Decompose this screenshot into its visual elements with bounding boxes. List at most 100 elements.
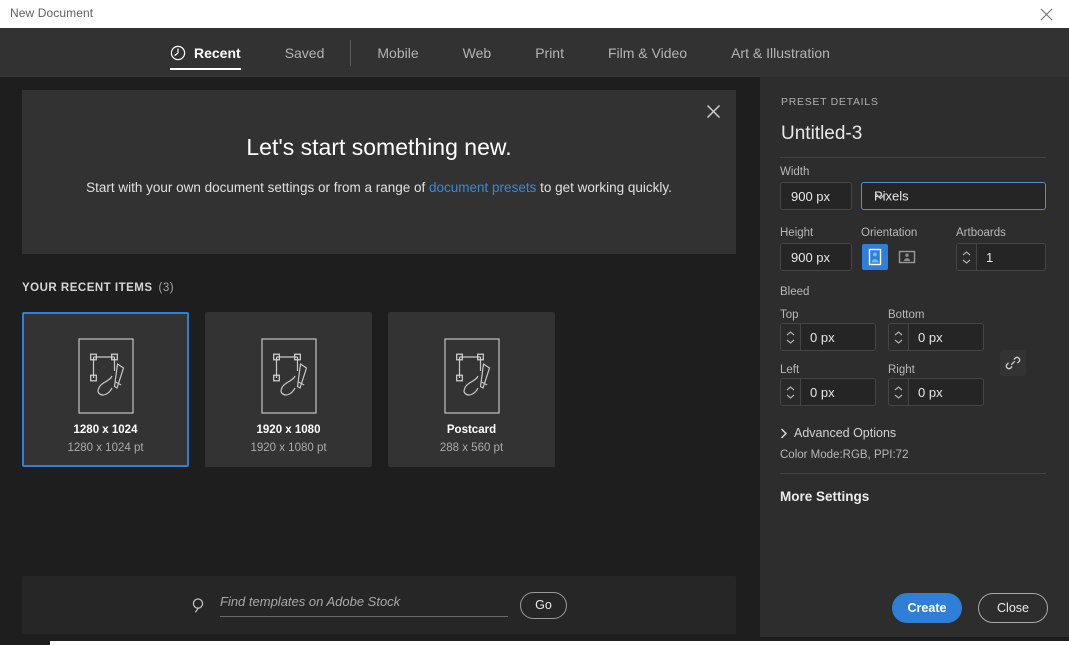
bleed-left-label: Left — [780, 364, 800, 376]
units-dropdown[interactable]: Pixels — [861, 182, 1046, 210]
recent-item-name: Postcard — [446, 424, 497, 436]
stepper-arrows[interactable] — [889, 379, 909, 405]
title-bar: New Document — [0, 0, 1069, 28]
artboards-stepper[interactable] — [956, 243, 1046, 271]
divider — [780, 157, 1046, 158]
height-input[interactable] — [780, 243, 852, 271]
tab-label: Recent — [194, 44, 241, 61]
tab-label: Web — [462, 44, 492, 61]
document-thumbnail — [24, 336, 187, 416]
artwork-pen-icon — [260, 338, 317, 414]
recent-item-name: 1920 x 1080 — [256, 424, 321, 436]
landscape-icon — [898, 250, 916, 264]
artboards-label: Artboards — [956, 227, 1006, 239]
stock-search-bar: Go — [22, 576, 736, 634]
tab-web[interactable]: Web — [441, 28, 514, 77]
bleed-bottom-stepper[interactable] — [888, 323, 984, 351]
tab-art-and-illustration[interactable]: Art & Illustration — [709, 28, 852, 77]
recent-items-count: (3) — [158, 282, 175, 294]
document-name-input[interactable] — [779, 119, 1047, 149]
banner-description: Start with your own document settings or… — [82, 178, 676, 198]
recent-item-name: 1280 x 1024 — [73, 424, 138, 436]
tab-list: Recent Saved Mobile Web Print Film & Vid… — [148, 28, 852, 77]
banner-close-button[interactable] — [702, 100, 724, 122]
bleed-top-input[interactable] — [801, 324, 875, 350]
tab-film-and-video[interactable]: Film & Video — [586, 28, 709, 77]
tab-divider — [350, 39, 352, 66]
orientation-portrait-button[interactable] — [862, 244, 888, 270]
bleed-bottom-input[interactable] — [909, 324, 983, 350]
orientation-label: Orientation — [861, 227, 918, 239]
preset-details-label: PRESET DETAILS — [781, 96, 879, 108]
window-title: New Document — [10, 6, 94, 20]
chevron-down-icon — [894, 339, 903, 344]
bleed-top-stepper[interactable] — [780, 323, 876, 351]
tab-recent[interactable]: Recent — [148, 28, 263, 77]
artwork-pen-icon — [443, 338, 500, 414]
stepper-arrows[interactable] — [957, 244, 977, 270]
recent-item-card[interactable]: 1280 x 1024 1280 x 1024 pt — [22, 312, 189, 467]
chevron-up-icon — [894, 330, 903, 335]
search-input[interactable] — [220, 594, 508, 609]
bleed-right-stepper[interactable] — [888, 378, 984, 406]
banner-text-before: Start with your own document settings or… — [86, 180, 430, 195]
tab-label: Film & Video — [607, 44, 688, 61]
document-thumbnail — [390, 336, 553, 416]
preset-details-panel: PRESET DETAILS Width Pixels Height Orien… — [760, 77, 1069, 645]
stock-search-field — [220, 593, 508, 617]
width-label: Width — [780, 166, 810, 178]
tab-active-indicator — [170, 68, 241, 70]
create-button[interactable]: Create — [892, 593, 962, 623]
recent-item-card[interactable]: Postcard 288 x 560 pt — [388, 312, 555, 467]
chevron-down-icon — [962, 259, 971, 264]
portrait-icon — [868, 248, 882, 266]
recent-item-size: 1920 x 1080 pt — [250, 442, 327, 454]
bleed-left-stepper[interactable] — [780, 378, 876, 406]
window-bottom-edge — [50, 641, 1069, 645]
recent-item-card[interactable]: 1920 x 1080 1920 x 1080 pt — [205, 312, 372, 467]
search-icon — [191, 597, 208, 614]
artboards-input[interactable] — [977, 244, 1045, 270]
document-presets-link[interactable]: document presets — [429, 180, 536, 195]
stepper-arrows[interactable] — [889, 324, 909, 350]
tab-label: Print — [535, 44, 564, 61]
more-settings-button[interactable]: More Settings — [780, 489, 869, 504]
banner-text-after: to get working quickly. — [536, 180, 672, 195]
tab-saved[interactable]: Saved — [263, 28, 347, 77]
orientation-landscape-button[interactable] — [894, 244, 920, 270]
bleed-right-input[interactable] — [909, 379, 983, 405]
clock-icon — [170, 45, 186, 61]
document-thumbnail — [207, 336, 370, 416]
bleed-right-label: Right — [888, 364, 915, 376]
tab-mobile[interactable]: Mobile — [355, 28, 440, 77]
window-close-button[interactable] — [1024, 0, 1069, 28]
promo-banner: Let's start something new. Start with yo… — [22, 90, 736, 254]
tab-bar: Recent Saved Mobile Web Print Film & Vid… — [0, 28, 1069, 77]
go-button[interactable]: Go — [520, 591, 567, 619]
banner-headline: Let's start something new. — [246, 134, 512, 160]
main-content: Let's start something new. Start with yo… — [0, 77, 760, 637]
stepper-arrows[interactable] — [781, 379, 801, 405]
advanced-options-toggle[interactable]: Advanced Options — [780, 426, 896, 440]
recent-items-label: YOUR RECENT ITEMS — [22, 282, 153, 294]
bleed-link-toggle[interactable] — [1000, 350, 1026, 376]
chevron-up-icon — [786, 385, 795, 390]
stepper-arrows[interactable] — [781, 324, 801, 350]
close-icon — [1040, 8, 1053, 20]
height-label: Height — [780, 227, 814, 239]
tab-print[interactable]: Print — [513, 28, 586, 77]
bleed-top-label: Top — [780, 309, 799, 321]
tab-label: Mobile — [377, 44, 419, 61]
advanced-options-label: Advanced Options — [794, 426, 897, 440]
width-input[interactable] — [780, 182, 852, 210]
tab-label: Art & Illustration — [731, 44, 830, 61]
tab-label: Saved — [284, 44, 325, 61]
chevron-up-icon — [894, 385, 903, 390]
close-button[interactable]: Close — [978, 593, 1048, 623]
divider — [780, 473, 1046, 474]
color-mode-info: Color Mode:RGB, PPI:72 — [780, 449, 909, 461]
recent-item-size: 288 x 560 pt — [439, 442, 504, 454]
recent-item-size: 1280 x 1024 pt — [67, 442, 144, 454]
bleed-left-input[interactable] — [801, 379, 875, 405]
bleed-label: Bleed — [780, 286, 810, 298]
